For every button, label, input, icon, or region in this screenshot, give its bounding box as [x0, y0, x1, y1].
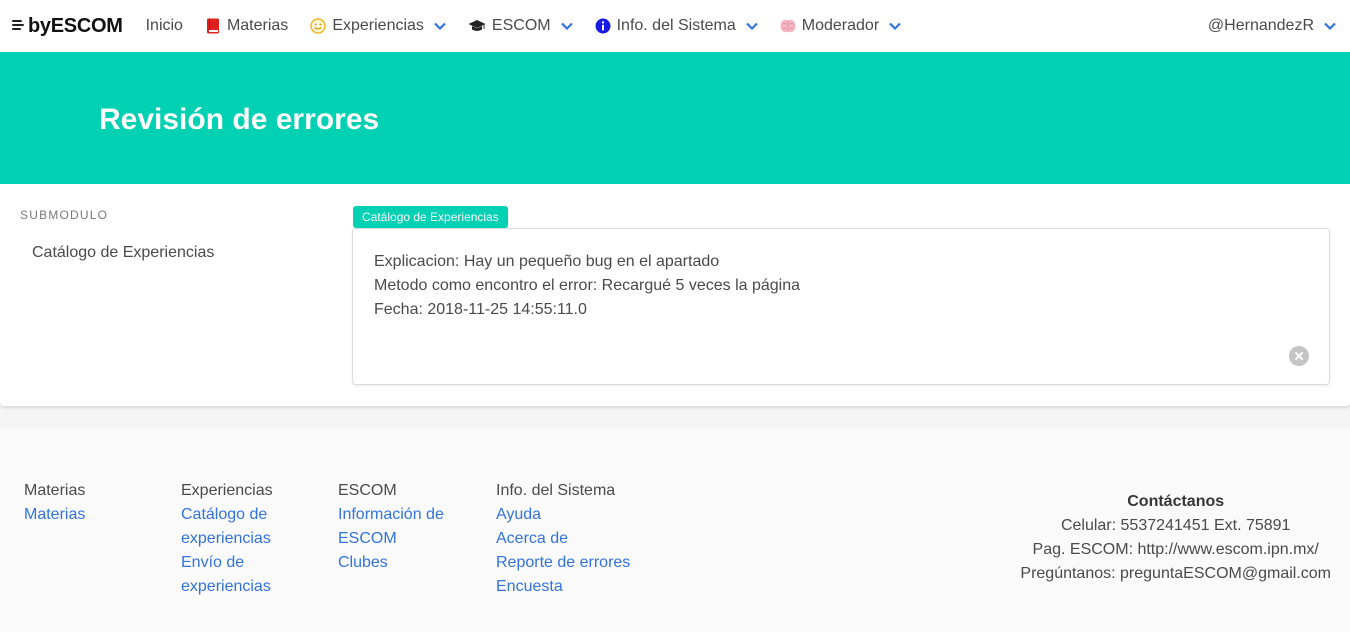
nav-inicio-label: Inicio [145, 17, 183, 34]
graduation-cap-icon [468, 18, 486, 34]
footer-link-clubes[interactable]: Clubes [338, 551, 444, 575]
sidebar-label: SUBMODULO [20, 208, 109, 222]
info-icon [595, 18, 611, 34]
footer: Materias Materias Experiencias Catálogo … [0, 429, 1350, 632]
contact-phone: Celular: 5537241451 Ext. 75891 [1060, 517, 1291, 534]
chevron-down-icon [434, 22, 446, 30]
footer-link-envio[interactable]: experiencias [181, 575, 273, 599]
page-title: Revisión de errores [99, 103, 380, 136]
user-menu[interactable]: @HernandezR [1208, 17, 1336, 35]
footer-heading: Info. del Sistema [496, 482, 616, 499]
chevron-down-icon [745, 22, 758, 30]
footer-col-info-sistema: Info. del Sistema Ayuda Acerca de Report… [496, 479, 630, 599]
nav-inicio[interactable]: Inicio [135, 0, 194, 52]
nav-moderador-label: Moderador [801, 17, 880, 34]
contact-email: Pregúntanos: preguntaESCOM@gmail.com [1020, 565, 1331, 582]
footer-link-materias[interactable]: Materias [24, 503, 85, 527]
top-navbar: byESCOM Inicio Materias Experiencias ESC… [0, 0, 1350, 52]
nav-escom-label: ESCOM [491, 17, 551, 34]
footer-col-escom: ESCOM Información de ESCOM Clubes [338, 479, 444, 575]
brand-link[interactable]: byESCOM [12, 0, 123, 52]
footer-heading: Experiencias [181, 482, 273, 499]
chevron-down-icon [560, 22, 573, 30]
contact-website: Pag. ESCOM: http://www.escom.ipn.mx/ [1032, 541, 1319, 558]
footer-link-informacion[interactable]: ESCOM [338, 527, 444, 551]
chevron-down-icon [889, 22, 901, 30]
footer-link-catalogo[interactable]: Catálogo de [181, 503, 273, 527]
submodule-tag: Catálogo de Experiencias [353, 206, 508, 228]
nav-materias[interactable]: Materias [194, 0, 299, 52]
brain-icon [780, 18, 796, 34]
nav-info-sistema-label: Info. del Sistema [616, 17, 736, 34]
nav-experiencias-label: Experiencias [332, 17, 424, 34]
chevron-down-icon [1324, 22, 1336, 30]
book-icon [205, 18, 221, 34]
report-explanation: Explicacion: Hay un pequeño bug en el ap… [374, 253, 720, 270]
logo-icon [12, 20, 26, 32]
footer-link-acerca[interactable]: Acerca de [496, 527, 630, 551]
footer-link-encuesta[interactable]: Encuesta [496, 575, 630, 599]
user-name: @HernandezR [1207, 17, 1314, 34]
sidebar-item-catalogo-experiencias[interactable]: Catálogo de Experiencias [20, 240, 330, 266]
footer-col-experiencias: Experiencias Catálogo de experiencias En… [181, 479, 273, 599]
footer-link-ayuda[interactable]: Ayuda [496, 503, 630, 527]
report-body: Explicacion: Hay un pequeño bug en el ap… [374, 250, 800, 322]
brand-name: byESCOM [28, 14, 123, 37]
nav-materias-label: Materias [226, 17, 289, 34]
footer-link-informacion[interactable]: Información de [338, 503, 444, 527]
nav-experiencias[interactable]: Experiencias [299, 0, 457, 52]
nav-info-sistema[interactable]: Info. del Sistema [584, 0, 769, 52]
smile-icon [310, 18, 327, 34]
report-method: Metodo como encontro el error: Recargué … [374, 277, 801, 294]
main-panel: SUBMODULO Catálogo de Experiencias Catál… [0, 184, 1350, 406]
footer-link-catalogo[interactable]: experiencias [181, 527, 273, 551]
footer-heading: Materias [24, 482, 86, 499]
nav-moderador[interactable]: Moderador [769, 0, 912, 52]
footer-link-reporte-errores[interactable]: Reporte de errores [496, 551, 630, 575]
nav-escom[interactable]: ESCOM [457, 0, 584, 52]
hero-banner: Revisión de errores [0, 52, 1350, 184]
contact-block: Contáctanos Celular: 5537241451 Ext. 758… [1020, 490, 1331, 586]
contact-heading: Contáctanos [1127, 493, 1225, 510]
report-date: Fecha: 2018-11-25 14:55:11.0 [374, 301, 587, 318]
error-report-card: Explicacion: Hay un pequeño bug en el ap… [352, 228, 1330, 385]
footer-col-materias: Materias Materias [24, 479, 85, 527]
delete-report-button[interactable] [1289, 346, 1309, 366]
footer-heading: ESCOM [338, 482, 397, 499]
footer-link-envio[interactable]: Envío de [181, 551, 273, 575]
